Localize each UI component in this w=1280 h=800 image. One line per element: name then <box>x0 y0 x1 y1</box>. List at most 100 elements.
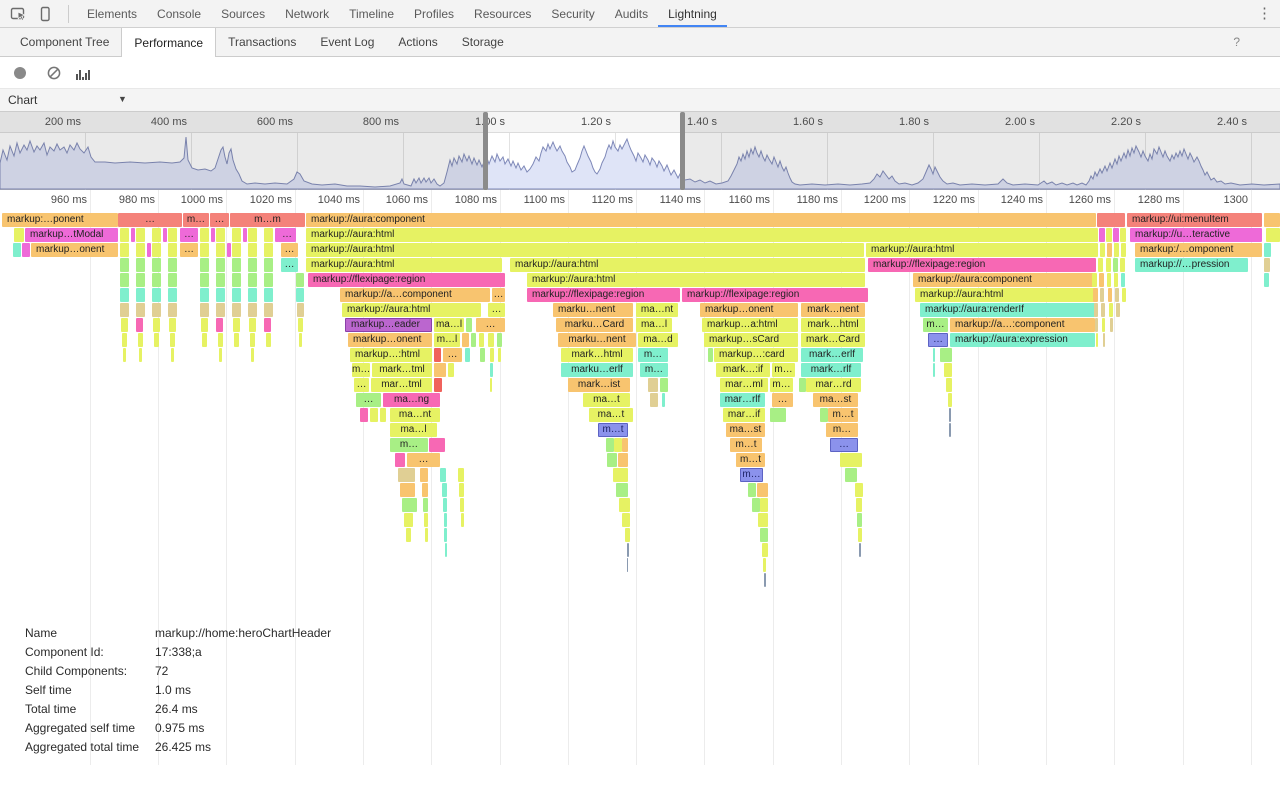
flame-bar[interactable]: ma…st <box>813 393 858 407</box>
flame-bar[interactable]: mark…html <box>561 348 633 362</box>
flame-bar[interactable] <box>1106 258 1111 272</box>
flame-bar[interactable] <box>248 288 257 302</box>
flame-bar[interactable] <box>264 243 273 257</box>
tab-sources[interactable]: Sources <box>211 0 275 27</box>
flame-chart[interactable]: 960 ms 980 ms 1000 ms 1020 ms 1040 ms 1060 ms… <box>0 190 1280 765</box>
flame-bar[interactable] <box>859 543 861 557</box>
flame-bar[interactable]: mark…Card <box>801 333 865 347</box>
flame-bar[interactable] <box>444 513 447 527</box>
flame-bar[interactable]: markup://flexipage:region <box>527 288 680 302</box>
flame-bar[interactable] <box>946 378 952 392</box>
flame-bar[interactable] <box>248 243 257 257</box>
flame-bar[interactable] <box>170 333 175 347</box>
flame-bar[interactable] <box>855 483 863 497</box>
flame-bar[interactable] <box>1264 243 1271 257</box>
flame-bar[interactable] <box>488 333 494 347</box>
flame-bar[interactable] <box>444 528 447 542</box>
flame-bar[interactable] <box>153 318 160 332</box>
flame-bar[interactable] <box>1120 228 1126 242</box>
flame-bar[interactable] <box>296 273 304 287</box>
flame-bar[interactable] <box>266 333 271 347</box>
flame-bar[interactable] <box>264 273 273 287</box>
flame-bar[interactable] <box>622 513 630 527</box>
flame-bar[interactable] <box>168 273 177 287</box>
flame-bar[interactable] <box>202 333 207 347</box>
flame-bar[interactable] <box>490 363 493 377</box>
flame-bar[interactable]: markup://…pression <box>1135 258 1248 272</box>
flame-bar[interactable] <box>168 288 177 302</box>
flame-bar[interactable] <box>406 528 411 542</box>
flame-bar[interactable]: m…t <box>730 438 762 452</box>
flame-bar[interactable] <box>1103 333 1105 347</box>
flame-bar[interactable] <box>380 408 386 422</box>
flame-bar[interactable] <box>490 348 494 362</box>
flame-bar[interactable] <box>1120 258 1125 272</box>
flame-bar[interactable] <box>400 483 415 497</box>
flame-bar[interactable] <box>249 318 256 332</box>
flame-bar[interactable]: … <box>488 303 505 317</box>
flame-bar[interactable] <box>168 258 177 272</box>
flame-bar[interactable] <box>171 348 174 362</box>
flame-bar[interactable] <box>131 228 135 242</box>
flame-bar[interactable]: markup://aura:html <box>306 228 1095 242</box>
flame-bar[interactable] <box>618 453 628 467</box>
flame-bar[interactable]: mark…nent <box>801 303 865 317</box>
flame-bar[interactable] <box>763 558 766 572</box>
flame-bar[interactable] <box>760 528 768 542</box>
flame-bar[interactable] <box>948 393 952 407</box>
flame-bar[interactable]: mar…rd <box>806 378 861 392</box>
flame-bar[interactable] <box>708 348 713 362</box>
flame-bar[interactable]: ma…l <box>636 318 672 332</box>
flame-bar[interactable]: … <box>356 393 381 407</box>
flame-bar[interactable] <box>200 228 209 242</box>
flame-bar[interactable] <box>1121 273 1125 287</box>
flame-bar[interactable] <box>423 498 428 512</box>
flame-bar[interactable] <box>1114 243 1119 257</box>
flame-bar[interactable]: markup://aura:html <box>342 303 481 317</box>
flame-bar[interactable] <box>434 378 442 392</box>
flame-bar[interactable]: … <box>928 333 948 347</box>
flame-bar[interactable] <box>429 438 445 452</box>
flame-bar[interactable] <box>232 273 241 287</box>
flame-bar[interactable] <box>232 228 241 242</box>
flame-bar[interactable] <box>227 243 231 257</box>
flame-bar[interactable]: markup://aura:component <box>913 273 1095 287</box>
flame-bar[interactable] <box>122 333 127 347</box>
flame-bar[interactable] <box>490 378 492 392</box>
inspect-element-icon[interactable] <box>8 5 30 23</box>
flame-bar[interactable] <box>232 288 241 302</box>
tab-elements[interactable]: Elements <box>77 0 147 27</box>
flame-bar[interactable] <box>136 273 145 287</box>
flame-bar[interactable] <box>434 348 441 362</box>
flame-bar[interactable] <box>764 573 766 587</box>
flame-bar[interactable] <box>200 243 209 257</box>
flame-bar[interactable]: markup…onent <box>31 243 118 257</box>
flame-bar[interactable]: m… <box>826 423 858 437</box>
flame-bar[interactable] <box>758 513 768 527</box>
flame-bar[interactable]: m…t <box>598 423 628 437</box>
flame-bar[interactable]: ma…l <box>390 423 437 437</box>
flame-bar[interactable] <box>248 273 257 287</box>
tab-timeline[interactable]: Timeline <box>339 0 404 27</box>
flame-bar[interactable] <box>200 288 209 302</box>
flame-bar[interactable]: markup://aura:html <box>915 288 1095 302</box>
flame-bar[interactable] <box>211 228 215 242</box>
flame-bar[interactable]: mark…html <box>801 318 865 332</box>
flame-bar[interactable]: m… <box>740 468 763 482</box>
flame-bar[interactable]: markup:…ponent <box>2 213 118 227</box>
flame-bar[interactable]: m… <box>352 363 370 377</box>
flame-bar[interactable]: markup…onent <box>700 303 798 317</box>
flame-bar[interactable]: mark…tml <box>372 363 432 377</box>
flame-bar[interactable] <box>370 408 378 422</box>
subtab-storage[interactable]: Storage <box>450 28 516 56</box>
flame-bar[interactable]: m…t <box>828 408 858 422</box>
flame-bar[interactable] <box>168 303 177 317</box>
flame-bar[interactable] <box>136 288 145 302</box>
flame-bar[interactable] <box>616 483 628 497</box>
flame-bar[interactable] <box>219 348 222 362</box>
flame-bar[interactable] <box>248 303 257 317</box>
flame-bar[interactable]: markup://flexipage:region <box>682 288 868 302</box>
flame-bar[interactable] <box>434 363 446 377</box>
flame-bar[interactable]: markup://flexipage:region <box>308 273 505 287</box>
flame-bar[interactable] <box>1113 258 1118 272</box>
